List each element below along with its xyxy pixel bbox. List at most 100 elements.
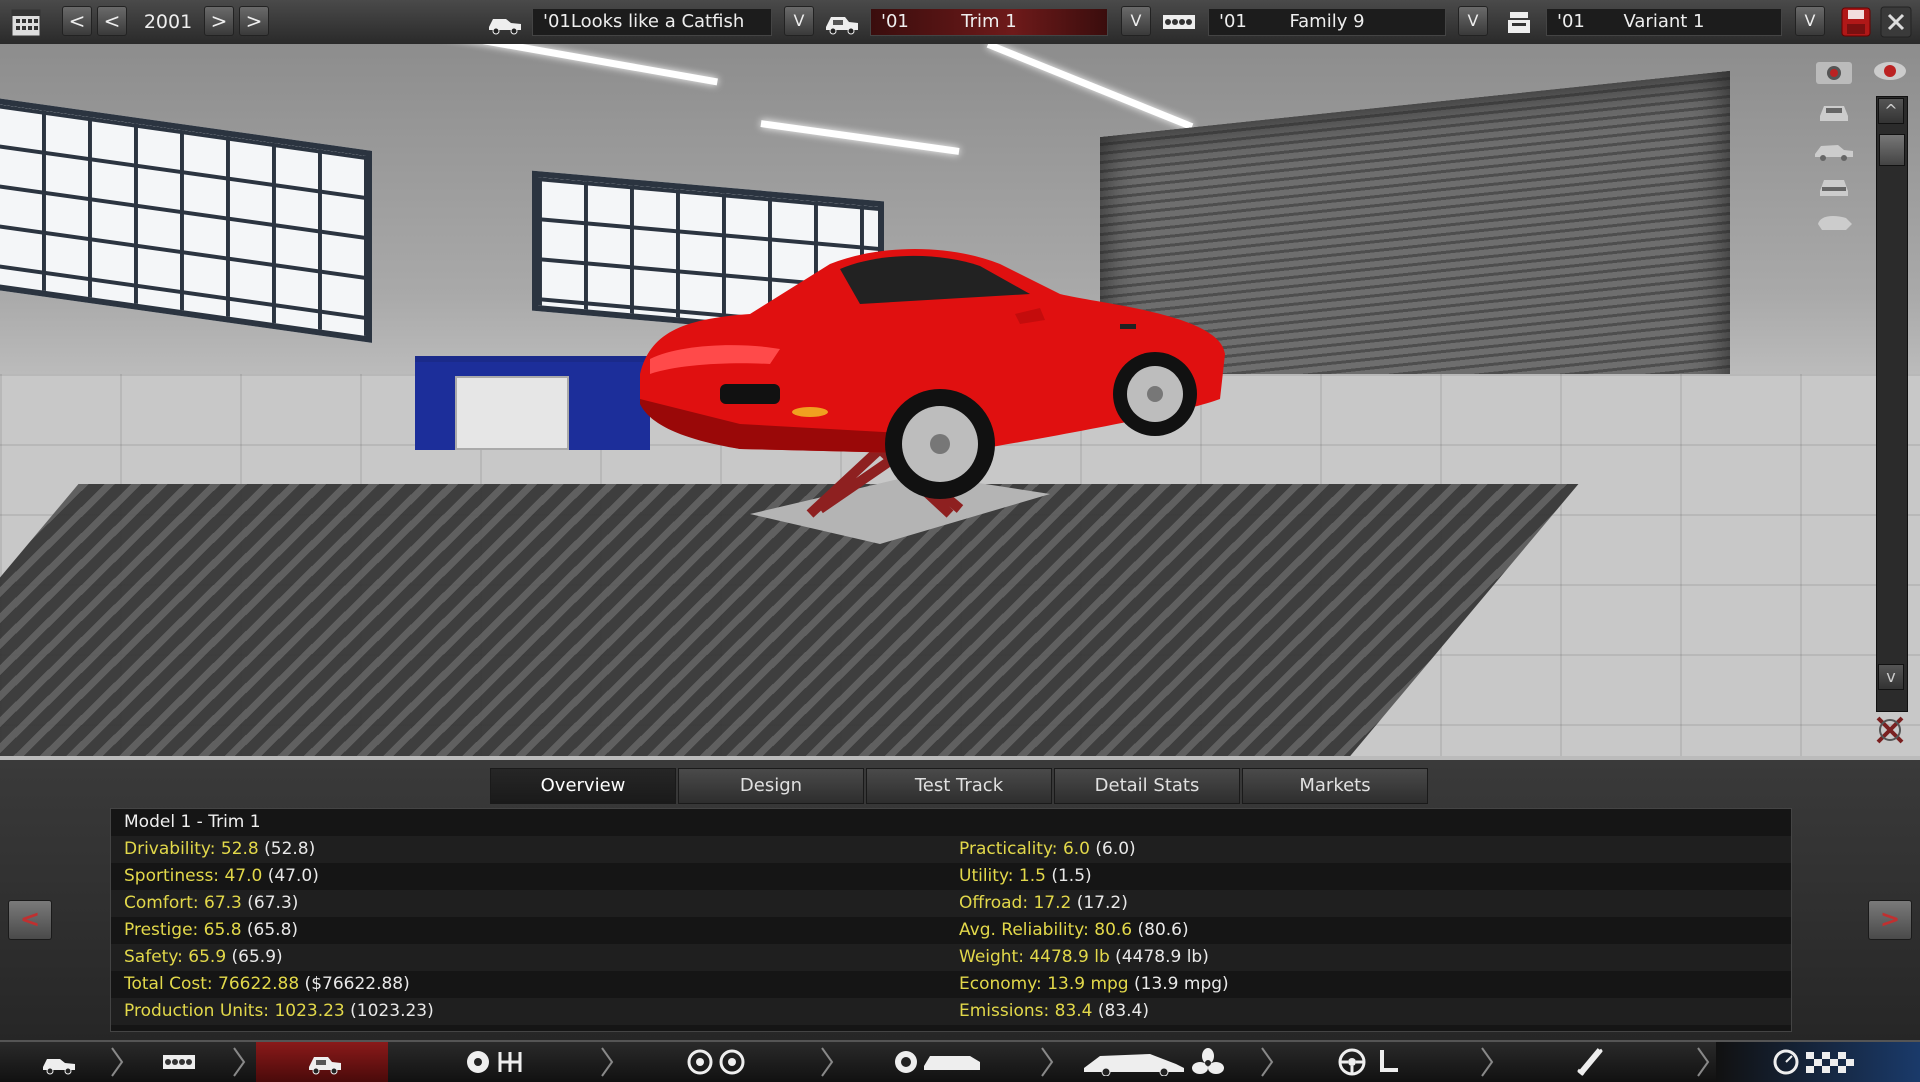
stats-title-row: Model 1 - Trim 1 (111, 809, 1791, 836)
model-dropdown-button[interactable]: V (784, 6, 814, 36)
tab-test-track[interactable]: Test Track (866, 768, 1052, 804)
nav-trim[interactable] (256, 1042, 388, 1082)
stats-row: Prestige: 65.8 (65.8) Avg. Reliability: … (111, 917, 1791, 944)
trim-dropdown-button[interactable]: V (1121, 6, 1151, 36)
engine-block-icon (895, 1051, 980, 1073)
stats-row: Sportiness: 47.0 (47.0) Utility: 1.5 (1.… (111, 863, 1791, 890)
view-front-car-icon[interactable] (1812, 96, 1856, 126)
stats-row: Total Cost: 76622.88 ($76622.88) Economy… (111, 971, 1791, 998)
stats-table: Model 1 - Trim 1 Drivability: 52.8 (52.8… (110, 808, 1792, 1032)
chevron-right-icon (601, 1047, 614, 1077)
fuel-system-icon (1577, 1048, 1603, 1076)
chevron-right-icon (1697, 1047, 1710, 1077)
model-name: '01Looks like a Catfish (543, 11, 745, 32)
eye-icon[interactable] (1870, 56, 1910, 86)
interior-steering-icon (1338, 1048, 1398, 1076)
ceiling-light (372, 44, 718, 86)
nav-chassis[interactable] (400, 1042, 600, 1082)
year-forward-10-button[interactable]: > (239, 6, 269, 36)
family-selector[interactable]: '01 Family 9 (1208, 8, 1446, 36)
scroll-up-button[interactable]: ^ (1878, 98, 1904, 124)
variant-name: Variant 1 (1623, 11, 1705, 32)
tab-overview[interactable]: Overview (490, 768, 676, 804)
trim-body-icon (309, 1057, 341, 1075)
nav-fuel-system[interactable] (1500, 1042, 1680, 1082)
year-display: 2001 (143, 11, 193, 33)
save-icon[interactable] (1840, 6, 1872, 38)
nav-body[interactable] (840, 1042, 1040, 1082)
stat-drivability: Drivability: 52.8 (52.8) (124, 839, 316, 859)
stats-row: Comfort: 67.3 (67.3) Offroad: 17.2 (17.2… (111, 890, 1791, 917)
designer-step-nav (0, 1040, 1920, 1082)
tab-design[interactable]: Design (678, 768, 864, 804)
engine-variant-icon (1500, 8, 1538, 36)
aero-fan-icon (1084, 1048, 1224, 1076)
variant-dropdown-button[interactable]: V (1795, 6, 1825, 36)
stat-weight: Weight: 4478.9 lb (4478.9 lb) (959, 947, 1209, 967)
stat-safety: Safety: 65.9 (65.9) (124, 947, 283, 967)
cabinet-door (455, 376, 569, 450)
reset-view-icon[interactable] (1870, 710, 1910, 750)
year-back-button[interactable]: < (97, 6, 127, 36)
stat-production-units: Production Units: 1023.23 (1023.23) (124, 1001, 434, 1021)
stats-row: Safety: 65.9 (65.9) Weight: 4478.9 lb (4… (111, 944, 1791, 971)
ceiling-light (760, 120, 960, 155)
test-track-icon (1773, 1049, 1854, 1075)
stat-practicality: Practicality: 6.0 (6.0) (959, 839, 1136, 859)
nav-test-track[interactable] (1716, 1042, 1920, 1082)
scroll-down-button[interactable]: v (1878, 664, 1904, 690)
stat-total-cost: Total Cost: 76622.88 ($76622.88) (124, 974, 410, 994)
top-toolbar: < < 2001 > > '01Looks like a Catfish V '… (0, 0, 1920, 45)
variant-selector[interactable]: '01 Variant 1 (1546, 8, 1782, 36)
nav-interior[interactable] (1280, 1042, 1480, 1082)
car-model-icon (486, 8, 524, 36)
camera-icon[interactable] (1812, 56, 1856, 86)
info-panel: Overview Design Test Track Detail Stats … (0, 756, 1920, 1044)
workbench-cabinet (415, 356, 650, 450)
year-forward-button[interactable]: > (204, 6, 234, 36)
stat-emissions: Emissions: 83.4 (83.4) (959, 1001, 1150, 1021)
family-dropdown-button[interactable]: V (1458, 6, 1488, 36)
engine-family-icon (163, 1055, 195, 1069)
stat-prestige: Prestige: 65.8 (65.8) (124, 920, 299, 940)
previous-page-button[interactable]: < (8, 900, 52, 940)
car-model-icon (43, 1059, 75, 1075)
car-3d-viewport[interactable]: ^ v (0, 44, 1920, 756)
chassis-gearbox-icon (467, 1051, 522, 1073)
stat-utility: Utility: 1.5 (1.5) (959, 866, 1092, 886)
trim-name: Trim 1 (961, 11, 1017, 32)
stat-avg-reliability: Avg. Reliability: 80.6 (80.6) (959, 920, 1189, 940)
chevron-right-icon (1041, 1047, 1054, 1077)
red-car-on-lift (640, 249, 1225, 544)
nav-engine-family[interactable] (126, 1042, 232, 1082)
stats-title: Model 1 - Trim 1 (124, 812, 261, 832)
view-side-car-icon[interactable] (1812, 134, 1856, 164)
nav-model[interactable] (0, 1042, 118, 1082)
tab-markets[interactable]: Markets (1242, 768, 1428, 804)
scroll-thumb[interactable] (1879, 134, 1905, 166)
close-icon[interactable] (1880, 6, 1912, 38)
view-top-car-icon[interactable] (1812, 206, 1856, 236)
stat-offroad: Offroad: 17.2 (17.2) (959, 893, 1128, 913)
chevron-right-icon (111, 1047, 124, 1077)
stats-row: Production Units: 1023.23 (1023.23) Emis… (111, 998, 1791, 1025)
next-page-button[interactable]: > (1868, 900, 1912, 940)
nav-suspension[interactable] (620, 1042, 820, 1082)
stat-sportiness: Sportiness: 47.0 (47.0) (124, 866, 319, 886)
tab-detail-stats[interactable]: Detail Stats (1054, 768, 1240, 804)
model-selector[interactable]: '01Looks like a Catfish (532, 8, 772, 36)
ceiling-light (986, 44, 1194, 130)
stat-comfort: Comfort: 67.3 (67.3) (124, 893, 299, 913)
family-name: Family 9 (1289, 11, 1365, 32)
camera-zoom-scrollbar[interactable] (1876, 96, 1908, 712)
chevron-right-icon (233, 1047, 246, 1077)
nav-aero[interactable] (1060, 1042, 1260, 1082)
calendar-icon[interactable] (10, 6, 42, 38)
car-trim-icon (823, 8, 861, 36)
trim-selector[interactable]: '01 Trim 1 (870, 8, 1108, 36)
chevron-right-icon (1481, 1047, 1494, 1077)
stat-economy: Economy: 13.9 mpg (13.9 mpg) (959, 974, 1229, 994)
view-rear-car-icon[interactable] (1812, 170, 1856, 200)
year-back-10-button[interactable]: < (62, 6, 92, 36)
chevron-right-icon (821, 1047, 834, 1077)
